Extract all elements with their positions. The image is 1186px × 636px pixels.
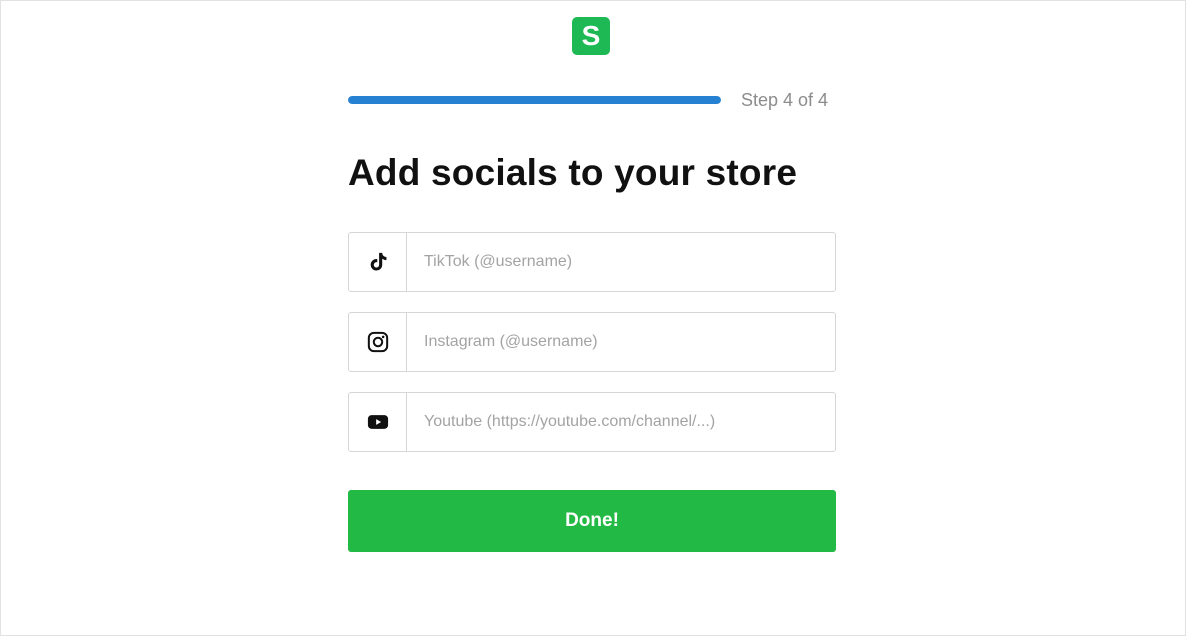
progress-bar (348, 96, 721, 104)
tiktok-field (348, 232, 836, 292)
done-button[interactable]: Done! (348, 490, 836, 552)
instagram-field (348, 312, 836, 372)
tiktok-icon (349, 233, 407, 291)
youtube-channel-input[interactable] (407, 393, 835, 451)
logo-letter: S (581, 20, 601, 51)
store-logo: S (572, 17, 610, 55)
page-title: Add socials to your store (348, 152, 798, 193)
instagram-icon (349, 313, 407, 371)
instagram-username-input[interactable] (407, 313, 835, 371)
youtube-icon (349, 393, 407, 451)
onboarding-page: S Step 4 of 4 Add socials to your store (0, 0, 1186, 636)
progress-bar-fill (348, 96, 721, 104)
step-indicator: Step 4 of 4 (741, 90, 829, 110)
youtube-field (348, 392, 836, 452)
tiktok-username-input[interactable] (407, 233, 835, 291)
